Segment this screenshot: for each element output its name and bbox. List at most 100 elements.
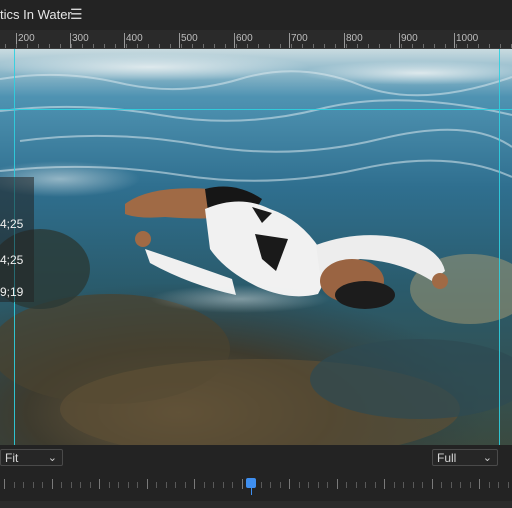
timeline-tick [71,482,72,488]
timeline-tick [498,482,499,488]
timeline-tick [175,482,176,488]
ruler-minor-tick [500,44,501,48]
timeline-tick [61,482,62,488]
panel-title[interactable]: tics In Water [0,7,72,22]
resolution-value: Full [437,451,457,465]
viewer-controls: Fit ⌄ Full ⌄ [0,445,512,508]
ruler-label: 200 [18,33,35,44]
ruler-minor-tick [115,44,116,48]
ruler-minor-tick [478,44,479,48]
resolution-dropdown[interactable]: Full ⌄ [432,449,498,466]
timeline-tick [99,479,100,489]
timeline-tick [441,482,442,488]
timeline-tick [299,482,300,488]
ruler-minor-tick [357,44,358,48]
ruler-label: 900 [401,33,418,44]
timecode-text: 4;25 [0,217,24,231]
timeline-tick [280,482,281,488]
timeline-tick [118,482,119,488]
timeline-tick [166,482,167,488]
zoom-level-value: Fit [5,451,19,465]
scroll-track[interactable] [0,501,512,508]
timeline-tick [33,482,34,488]
timeline-tick [80,482,81,488]
timeline-tick [422,482,423,488]
timeline-tick [232,482,233,488]
timeline-tick [318,482,319,488]
guide-line-horizontal[interactable] [0,109,512,110]
ruler-minor-tick [137,44,138,48]
ruler-minor-tick [192,44,193,48]
playhead-line [251,487,252,495]
timeline-tick [365,482,366,488]
timeline-tick [489,482,490,488]
ruler-minor-tick [313,44,314,48]
timeline-tick [327,482,328,488]
timeline-tick [52,479,53,489]
ruler-minor-tick [170,44,171,48]
ruler-label: 1000 [456,33,479,44]
ruler-minor-tick [126,44,127,48]
ruler-minor-tick [5,44,6,48]
hamburger-menu-icon[interactable]: ☰ [70,6,83,23]
ruler-label: 500 [181,33,198,44]
ruler-minor-tick [60,44,61,48]
ruler-minor-tick [225,44,226,48]
chevron-down-icon: ⌄ [47,452,57,464]
timeline-tick [356,482,357,488]
ruler-minor-tick [489,44,490,48]
timeline-tick [42,482,43,488]
timeline-tick [137,482,138,488]
timeline-tick [432,479,433,489]
timeline-tick [375,482,376,488]
ruler-label: 300 [72,33,89,44]
timeline-tick [346,482,347,488]
timeline-tick [128,482,129,488]
panel-header: tics In Water ☰ [0,0,512,30]
ruler-minor-tick [346,44,347,48]
ruler-minor-tick [291,44,292,48]
playback-timeline[interactable] [0,475,512,495]
ruler-minor-tick [456,44,457,48]
ruler-minor-tick [280,44,281,48]
timeline-tick [337,479,338,489]
ruler-minor-tick [203,44,204,48]
ruler-minor-tick [27,44,28,48]
ruler-minor-tick [324,44,325,48]
ruler-minor-tick [71,44,72,48]
ruler-minor-tick [214,44,215,48]
timeline-tick [223,482,224,488]
ruler-minor-tick [16,44,17,48]
ruler-minor-tick [38,44,39,48]
ruler-minor-tick [258,44,259,48]
ruler-minor-tick [434,44,435,48]
horizontal-ruler: 200 300 400 500 600 700 800 900 1000 [0,30,512,49]
timeline-tick [14,482,15,488]
ruler-minor-tick [269,44,270,48]
video-preview[interactable]: 4;25 4;25 9;19 [0,49,512,445]
timeline-tick [470,482,471,488]
ruler-minor-tick [93,44,94,48]
ruler-minor-tick [401,44,402,48]
timeline-tick [289,479,290,489]
timeline-tick [308,482,309,488]
ruler-minor-tick [379,44,380,48]
ruler-minor-tick [236,44,237,48]
timeline-tick [194,479,195,489]
ruler-minor-tick [49,44,50,48]
ruler-label: 400 [126,33,143,44]
ruler-minor-tick [148,44,149,48]
timeline-tick [451,482,452,488]
timeline-tick [479,479,480,489]
ruler-minor-tick [159,44,160,48]
timeline-tick [394,482,395,488]
timecode-overlay: 4;25 4;25 9;19 [0,177,34,302]
timeline-tick [4,479,5,489]
zoom-level-dropdown[interactable]: Fit ⌄ [0,449,63,466]
timeline-tick [213,482,214,488]
ruler-minor-tick [412,44,413,48]
ruler-minor-tick [181,44,182,48]
timeline-tick [185,482,186,488]
timeline-tick [147,479,148,489]
ruler-minor-tick [423,44,424,48]
